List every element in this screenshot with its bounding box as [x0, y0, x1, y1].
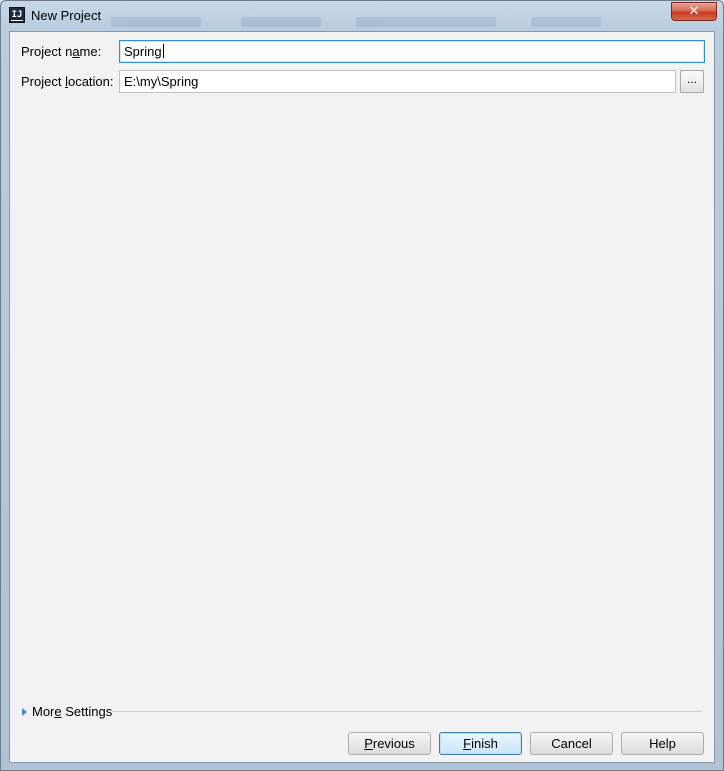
- finish-button[interactable]: Finish: [439, 732, 522, 755]
- project-location-label: Project location:: [21, 74, 114, 89]
- background-tab: [531, 17, 601, 27]
- title-bar[interactable]: IJ New Project ✕: [1, 1, 723, 31]
- text-caret: [162, 44, 164, 58]
- project-location-input[interactable]: E:\my\Spring: [119, 70, 676, 93]
- browse-button[interactable]: ...: [680, 70, 704, 93]
- cancel-button[interactable]: Cancel: [530, 732, 613, 755]
- help-button[interactable]: Help: [621, 732, 704, 755]
- window-title: New Project: [31, 8, 102, 23]
- new-project-window: IJ New Project ✕ Project name: Spring Pr…: [0, 0, 724, 771]
- close-button[interactable]: ✕: [671, 2, 717, 21]
- background-tab: [356, 17, 496, 27]
- intellij-icon: IJ: [9, 7, 25, 23]
- project-location-value: E:\my\Spring: [124, 74, 199, 89]
- triangle-right-icon: [22, 708, 27, 716]
- previous-button[interactable]: Previous: [348, 732, 431, 755]
- background-tab: [241, 17, 321, 27]
- dialog-content: Project name: Spring Project location: E…: [9, 31, 715, 763]
- project-name-label: Project name:: [21, 44, 102, 59]
- project-name-value: Spring: [124, 44, 162, 59]
- separator: [112, 711, 702, 712]
- project-name-input[interactable]: Spring: [119, 40, 705, 63]
- background-tabs: [101, 13, 661, 29]
- close-icon: ✕: [688, 4, 700, 19]
- more-settings-label: More Settings: [32, 704, 113, 719]
- background-tab: [111, 17, 201, 27]
